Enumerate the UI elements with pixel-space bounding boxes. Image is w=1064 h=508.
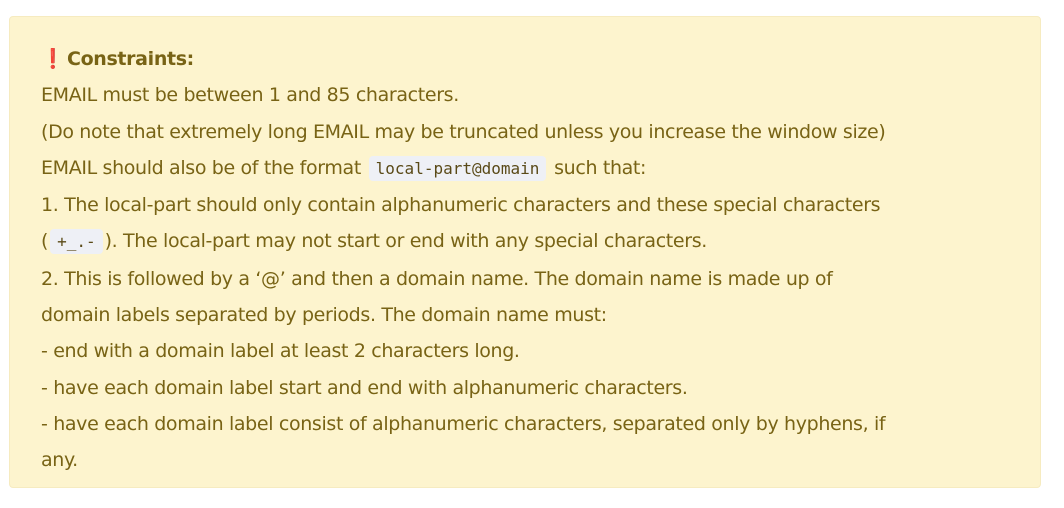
format-intro-suffix: such that: — [554, 156, 647, 179]
domain-rule-item-1: - end with a domain label at least 2 cha… — [41, 340, 520, 363]
domain-rule-item-3-continued: any. — [41, 449, 78, 472]
exclamation-icon: ❗ — [41, 48, 65, 70]
special-chars-code: +_.- — [50, 229, 103, 255]
special-chars-open-paren: ( — [41, 230, 49, 253]
format-intro-text: EMAIL should also be of the format — [41, 156, 361, 179]
domain-rule-text: 2. This is followed by a ‘@’ and then a … — [41, 267, 833, 290]
special-chars-rule-text: ). The local-part may not start or end w… — [104, 230, 708, 253]
truncation-note-text: (Do note that extremely long EMAIL may b… — [41, 120, 886, 143]
format-intro-row: EMAIL should also be of the format local… — [41, 150, 1040, 187]
callout-title: Constraints: — [67, 48, 194, 70]
domain-labels-text: domain labels separated by periods. The … — [41, 304, 607, 327]
domain-rule-item-3: - have each domain label consist of alph… — [41, 412, 886, 435]
local-part-rule-text: 1. The local-part should only contain al… — [41, 194, 881, 217]
format-code: local-part@domain — [368, 155, 547, 181]
domain-rule-item-2: - have each domain label start and end w… — [41, 376, 688, 399]
special-chars-row: (+_.-). The local-part may not start or … — [41, 223, 1040, 260]
length-constraint-text: EMAIL must be between 1 and 85 character… — [41, 84, 459, 107]
callout-title-row: ❗ Constraints: — [41, 41, 1040, 77]
constraints-callout: ❗ Constraints: EMAIL must be between 1 an… — [9, 16, 1041, 488]
